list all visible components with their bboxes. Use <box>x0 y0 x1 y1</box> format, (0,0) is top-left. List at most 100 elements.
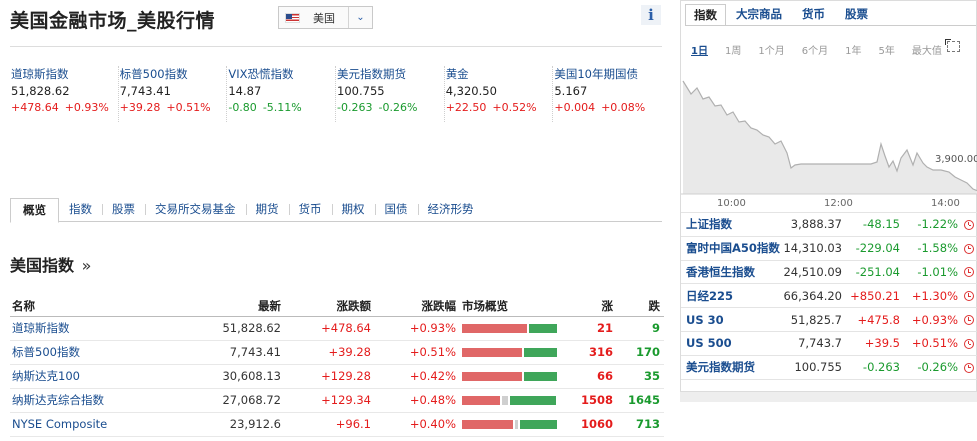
index-name-link[interactable]: NYSE Composite <box>10 412 170 437</box>
quote-row: 上证指数 3,888.37 -48.15 -1.22% <box>681 212 977 237</box>
info-icon[interactable]: i <box>641 5 661 25</box>
table-row: 标普500指数 7,743.41 +39.28 +0.51% 316 170 <box>10 340 664 365</box>
quote-change-pct: +1.30% <box>902 283 960 309</box>
quote-clock-cell <box>960 355 977 380</box>
advancers-count: 21 <box>565 316 617 341</box>
index-name-link[interactable]: 纳斯达克100 <box>10 364 170 389</box>
tab-stocks[interactable]: 股票 <box>102 198 145 221</box>
quote-value: 24,510.09 <box>780 260 844 285</box>
tile-name[interactable]: VIX恐慌指数 <box>228 66 335 84</box>
range-6m[interactable]: 6个月 <box>802 42 828 57</box>
quote-name-link[interactable]: 富时中国A50指数 <box>681 236 780 261</box>
more-arrow[interactable]: » <box>82 256 92 275</box>
quote-change-pct: -1.22% <box>902 212 960 237</box>
breadth-flat-bar <box>515 419 518 429</box>
quote-change: -0.263 <box>844 355 902 380</box>
quote-name-link[interactable]: 香港恒生指数 <box>681 260 780 285</box>
tile-change: -0.263 -0.26% <box>337 101 444 114</box>
tile-change: +39.28 +0.51% <box>120 101 227 114</box>
summary-tile[interactable]: 黄金 4,320.50 +22.50 +0.52% <box>445 66 554 122</box>
tab-side-indices[interactable]: 指数 <box>685 4 726 26</box>
tile-value: 7,743.41 <box>119 84 171 98</box>
section-title[interactable]: 美国指数 » <box>10 252 91 276</box>
market-quotes-card: 指数 大宗商品 货币 股票 1日 1周 1个月 6个月 1年 5年 最大值 3,… <box>680 0 977 392</box>
quote-name-link[interactable]: 上证指数 <box>681 212 780 237</box>
breadth-flat-bar <box>502 395 508 405</box>
section-tabs: 概览 指数 股票 交易所交易基金 期货 货币 期权 国债 经济形势 <box>10 198 662 223</box>
tile-name[interactable]: 标普500指数 <box>120 66 227 84</box>
tab-side-commodities[interactable]: 大宗商品 <box>726 4 792 25</box>
summary-tile[interactable]: VIX恐慌指数 14.87 -0.80 -5.11% <box>227 66 337 122</box>
summary-tile[interactable]: 美国10年期国债 5.167 +0.004 +0.08% <box>553 66 662 122</box>
breadth-up-bar <box>462 371 522 381</box>
col-header-dec: 跌 <box>617 296 664 317</box>
quote-change: +850.21 <box>844 283 902 309</box>
quote-change: +475.8 <box>844 307 902 332</box>
summary-tile[interactable]: 标普500指数 7,743.41 +39.28 +0.51% <box>119 66 228 122</box>
quote-value: 7,743.7 <box>780 331 844 356</box>
tile-change-pct: +0.51% <box>166 101 211 114</box>
tab-futures[interactable]: 期货 <box>245 198 289 221</box>
summary-tile[interactable]: 美元指数期货 100.755 -0.263 -0.26% <box>336 66 445 122</box>
chevron-down-icon[interactable]: ⌄ <box>348 7 372 28</box>
time-range-selector: 1日 1周 1个月 6个月 1年 5年 最大值 <box>691 42 959 57</box>
index-name-link[interactable]: 道琼斯指数 <box>10 316 170 341</box>
region-selector[interactable]: 美国 ⌄ <box>278 6 373 29</box>
change-pct: +0.40% <box>375 412 460 437</box>
tile-name[interactable]: 黄金 <box>446 66 553 84</box>
range-max[interactable]: 最大值 <box>912 42 942 57</box>
tab-etfs[interactable]: 交易所交易基金 <box>145 198 246 221</box>
range-1m[interactable]: 1个月 <box>758 42 784 57</box>
quote-name-link[interactable]: US 500 <box>681 331 780 356</box>
tab-overview[interactable]: 概览 <box>10 198 59 223</box>
tab-side-stocks[interactable]: 股票 <box>835 4 878 25</box>
tile-change-pct: +0.93% <box>64 101 109 114</box>
quote-name-link[interactable]: 美元指数期货 <box>681 355 780 380</box>
quote-row: 香港恒生指数 24,510.09 -251.04 -1.01% <box>681 260 977 285</box>
range-1y[interactable]: 1年 <box>845 42 861 57</box>
tile-name[interactable]: 道琼斯指数 <box>11 66 118 84</box>
summary-tiles: 道琼斯指数 51,828.62 +478.64 +0.93% 标普500指数 7,… <box>10 66 662 122</box>
summary-tile[interactable]: 道琼斯指数 51,828.62 +478.64 +0.93% <box>10 66 119 122</box>
range-1d[interactable]: 1日 <box>691 42 708 57</box>
side-quotes-table: 上证指数 3,888.37 -48.15 -1.22% 富时中国A50指数 14… <box>681 212 977 380</box>
market-breadth-bar <box>462 419 557 429</box>
x-axis-label: 14:00 <box>931 198 960 209</box>
tile-value: 100.755 <box>337 84 385 98</box>
tab-options[interactable]: 期权 <box>331 198 375 221</box>
range-5y[interactable]: 5年 <box>878 42 894 57</box>
index-name-link[interactable]: 标普500指数 <box>10 340 170 365</box>
intraday-chart: 3,900.00 10:00 12:00 14:00 <box>681 61 977 211</box>
index-name-link[interactable]: 纳斯达克综合指数 <box>10 388 170 413</box>
range-1w[interactable]: 1周 <box>725 42 741 57</box>
tile-value: 14.87 <box>228 84 262 98</box>
tab-currencies[interactable]: 货币 <box>288 198 332 221</box>
tile-name[interactable]: 美国10年期国债 <box>554 66 662 84</box>
page-title: 美国金融市场_美股行情 <box>10 10 216 32</box>
quote-value: 66,364.20 <box>780 283 844 309</box>
breadth-down-bar <box>524 371 557 381</box>
tab-bonds[interactable]: 国债 <box>374 198 418 221</box>
decliners-count: 170 <box>617 340 664 365</box>
tile-change-amount: +0.004 <box>554 101 596 114</box>
change-pct: +0.48% <box>375 388 460 413</box>
quote-name-link[interactable]: 日经225 <box>681 283 780 309</box>
quote-clock-cell <box>960 283 977 309</box>
quote-change: -229.04 <box>844 236 902 261</box>
tile-change: -0.80 -5.11% <box>228 101 335 114</box>
tab-economy[interactable]: 经济形势 <box>417 198 484 221</box>
market-breadth-cell <box>460 388 565 413</box>
expand-chart-icon[interactable] <box>945 39 960 52</box>
breadth-up-bar <box>462 419 513 429</box>
quote-name-link[interactable]: US 30 <box>681 307 780 332</box>
quote-change-pct: -0.26% <box>902 355 960 380</box>
market-breadth-bar <box>462 347 557 357</box>
advancers-count: 1060 <box>565 412 617 437</box>
tile-name[interactable]: 美元指数期货 <box>337 66 444 84</box>
last-value: 7,743.41 <box>170 340 285 365</box>
section-title-text[interactable]: 美国指数 <box>10 256 74 275</box>
tab-indices[interactable]: 指数 <box>59 198 102 221</box>
decliners-count: 9 <box>617 316 664 341</box>
tab-side-currencies[interactable]: 货币 <box>792 4 835 25</box>
main-content: 美国金融市场_美股行情 美国 ⌄ i 道琼斯指数 51,828.62 +478.… <box>0 0 670 441</box>
